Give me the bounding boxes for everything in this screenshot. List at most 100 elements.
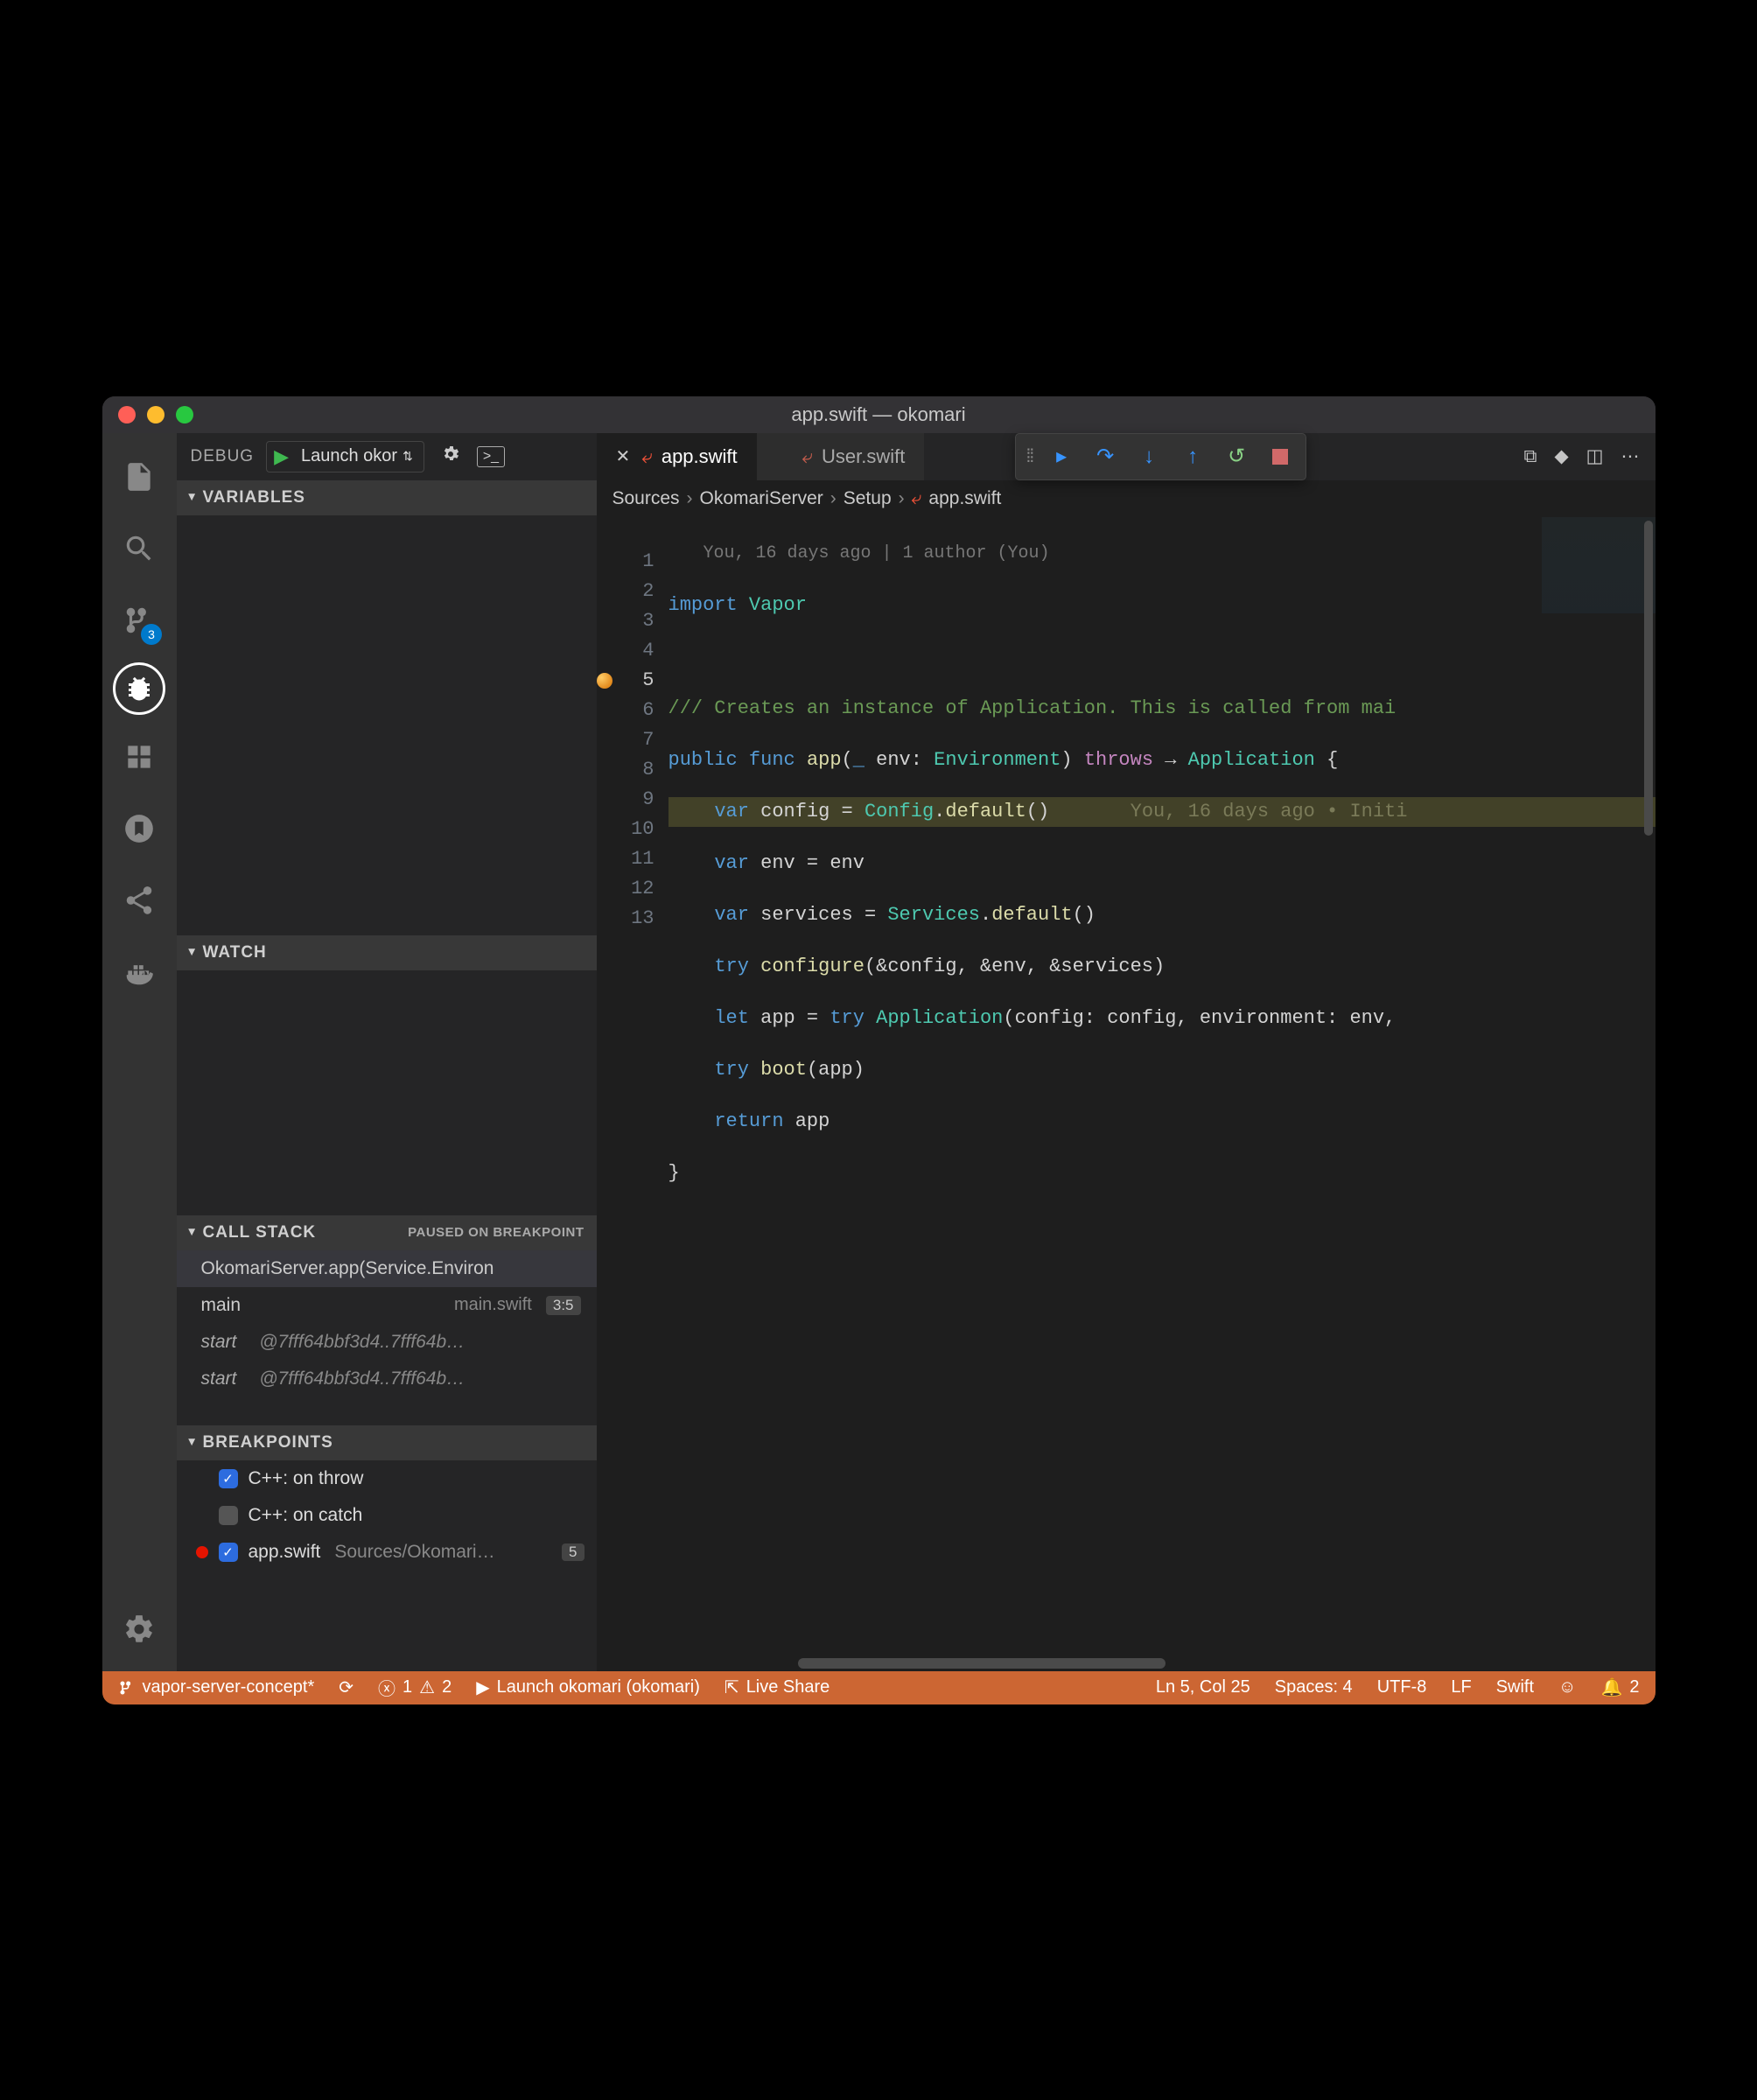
swift-icon: ⤶ — [642, 445, 653, 468]
status-feedback[interactable]: ☺ — [1558, 1677, 1576, 1698]
checkbox-icon[interactable]: ✓ — [219, 1469, 238, 1488]
window-minimize-dot[interactable] — [147, 406, 164, 424]
activity-search[interactable] — [113, 519, 165, 578]
chevron-updown-icon: ⇅ — [402, 449, 413, 464]
window-title: app.swift — okomari — [102, 403, 1656, 426]
breakpoint-row[interactable]: ✓ app.swift Sources/Okomari… 5 — [177, 1534, 597, 1571]
gear-icon — [122, 1613, 156, 1646]
split-icon[interactable]: ◫ — [1586, 445, 1604, 467]
horizontal-scrollbar[interactable] — [597, 1656, 1656, 1671]
chevron-down-icon: ▸ — [185, 1228, 200, 1236]
code-editor[interactable]: 123 456 789 10111213 You, 16 days ago | … — [597, 517, 1656, 1656]
breakpoint-row[interactable]: ✓ C++: on throw — [177, 1460, 597, 1497]
activity-docker[interactable] — [113, 942, 165, 1002]
breakpoints-body: ✓ C++: on throw C++: on catch ✓ app.swif… — [177, 1460, 597, 1571]
section-breakpoints-header[interactable]: ▸ BREAKPOINTS — [177, 1425, 597, 1460]
status-lang[interactable]: Swift — [1496, 1677, 1534, 1698]
error-icon: ⓧ — [378, 1675, 396, 1700]
codelens[interactable]: You, 16 days ago | 1 author (You) — [668, 539, 1656, 569]
window: app.swift — okomari 3 — [102, 396, 1656, 1704]
status-problems[interactable]: ⓧ1 ⚠2 — [378, 1675, 452, 1700]
stop-button[interactable] — [1262, 438, 1298, 475]
activity-settings[interactable] — [113, 1600, 165, 1659]
extensions-icon — [122, 740, 156, 774]
status-bar: vapor-server-concept* ⟳ ⓧ1 ⚠2 ▶Launch ok… — [102, 1671, 1656, 1704]
window-zoom-dot[interactable] — [176, 406, 193, 424]
close-icon[interactable]: ✕ — [616, 445, 634, 467]
debug-label: DEBUG — [191, 447, 255, 466]
vertical-scrollbar[interactable] — [1642, 517, 1656, 1656]
callstack-frame[interactable]: start @7fff64bbf3d4..7fff64b… — [177, 1324, 597, 1361]
chevron-down-icon: ▸ — [185, 494, 200, 500]
editor-area: ✕ ⤶ app.swift ✕ ⤶ User.swift ⧉ ◆ ◫ ⋯ — [597, 433, 1656, 1671]
callstack-frame[interactable]: OkomariServer.app(Service.Environ — [177, 1250, 597, 1287]
step-over-button[interactable]: ↷ — [1087, 438, 1124, 475]
callstack-body: OkomariServer.app(Service.Environ main m… — [177, 1250, 597, 1425]
activity-scm[interactable]: 3 — [113, 591, 165, 650]
status-launch[interactable]: ▶Launch okomari (okomari) — [476, 1676, 700, 1698]
code-content[interactable]: You, 16 days ago | 1 author (You) import… — [668, 517, 1656, 1656]
tab-user-swift[interactable]: ✕ ⤶ User.swift — [757, 433, 925, 480]
step-into-button[interactable]: ↓ — [1130, 438, 1167, 475]
start-debug-icon[interactable]: ▶ — [267, 445, 296, 468]
chevron-down-icon: ▸ — [185, 1438, 200, 1446]
status-encoding[interactable]: UTF-8 — [1377, 1677, 1427, 1698]
continue-button[interactable]: ▸ — [1043, 438, 1080, 475]
liveshare-icon: ⇱ — [724, 1676, 739, 1698]
build-icon[interactable]: ◆ — [1555, 445, 1569, 467]
drag-handle-icon[interactable]: ⁞⁞ — [1023, 446, 1037, 467]
status-sync[interactable]: ⟳ — [339, 1676, 354, 1698]
diff-icon[interactable]: ⧉ — [1524, 446, 1537, 467]
watch-body — [177, 970, 597, 1215]
bell-icon: 🔔 — [1600, 1676, 1622, 1698]
debug-topbar: DEBUG ▶ Launch okor⇅ >_ — [177, 433, 597, 480]
status-notifications[interactable]: 🔔2 — [1600, 1676, 1639, 1698]
minimap[interactable] — [1542, 517, 1656, 613]
checkbox-icon[interactable]: ✓ — [219, 1543, 238, 1562]
status-cursor[interactable]: Ln 5, Col 25 — [1156, 1677, 1250, 1698]
variables-body — [177, 515, 597, 935]
status-eol[interactable]: LF — [1451, 1677, 1471, 1698]
callstack-frame[interactable]: main main.swift 3:5 — [177, 1287, 597, 1324]
section-variables-header[interactable]: ▸ VARIABLES — [177, 480, 597, 515]
warning-icon: ⚠ — [419, 1676, 435, 1698]
docker-icon — [122, 956, 156, 989]
activity-bar: 3 — [102, 433, 177, 1671]
share-icon — [122, 884, 156, 917]
breakpoint-dot-icon — [196, 1546, 208, 1558]
play-icon: ▶ — [476, 1676, 489, 1698]
debug-console-button[interactable]: >_ — [477, 446, 505, 467]
restart-button[interactable]: ↺ — [1218, 438, 1255, 475]
swift-icon: ⤶ — [912, 488, 922, 509]
titlebar: app.swift — okomari — [102, 396, 1656, 433]
activity-extensions[interactable] — [113, 727, 165, 787]
activity-explorer[interactable] — [113, 447, 165, 507]
debug-toolbar[interactable]: ⁞⁞ ▸ ↷ ↓ ↑ ↺ — [1015, 433, 1307, 480]
inline-blame: You, 16 days ago • Initi — [1130, 801, 1408, 822]
main-row: 3 DEBUG — [102, 433, 1656, 1671]
status-branch[interactable]: vapor-server-concept* — [118, 1677, 315, 1698]
chevron-down-icon: ▸ — [185, 948, 200, 956]
section-callstack-header[interactable]: ▸ CALL STACK PAUSED ON BREAKPOINT — [177, 1215, 597, 1250]
branch-icon — [118, 1679, 136, 1697]
checkbox-icon[interactable] — [219, 1506, 238, 1525]
git-icon — [122, 812, 156, 845]
breakpoint-marker-icon[interactable] — [597, 673, 612, 689]
debug-config-selector[interactable]: ▶ Launch okor⇅ — [266, 441, 424, 472]
swift-icon: ⤶ — [802, 445, 813, 468]
activity-share[interactable] — [113, 871, 165, 930]
files-icon — [122, 460, 156, 494]
debug-settings-button[interactable] — [440, 444, 461, 470]
callstack-frame[interactable]: start @7fff64bbf3d4..7fff64b… — [177, 1361, 597, 1397]
activity-git[interactable] — [113, 799, 165, 858]
section-watch-header[interactable]: ▸ WATCH — [177, 935, 597, 970]
status-liveshare[interactable]: ⇱Live Share — [724, 1676, 830, 1698]
tab-app-swift[interactable]: ✕ ⤶ app.swift — [597, 433, 757, 480]
breakpoint-row[interactable]: C++: on catch — [177, 1497, 597, 1534]
window-close-dot[interactable] — [118, 406, 136, 424]
breadcrumb[interactable]: Sources› OkomariServer› Setup› ⤶ app.swi… — [597, 480, 1656, 517]
more-icon[interactable]: ⋯ — [1621, 445, 1640, 467]
status-spaces[interactable]: Spaces: 4 — [1275, 1677, 1353, 1698]
step-out-button[interactable]: ↑ — [1174, 438, 1211, 475]
activity-debug[interactable] — [113, 662, 165, 715]
